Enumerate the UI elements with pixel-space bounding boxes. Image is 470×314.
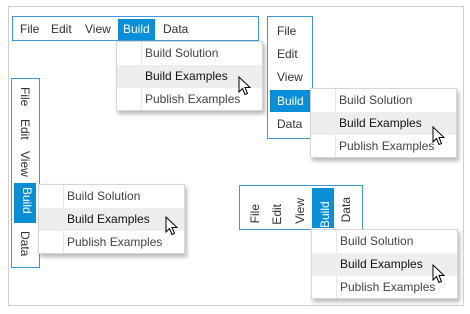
dropdown-item-label: Build Examples [340, 257, 423, 271]
menu-item-data[interactable]: Data [163, 20, 188, 38]
menu-item-data[interactable]: Data [18, 231, 32, 256]
menu-item-edit[interactable]: Edit [51, 20, 72, 38]
menubar-vertical-right: File Edit View Build Data [267, 16, 313, 139]
menubar-horizontal: File Edit View Build Data [12, 16, 259, 41]
menu-item-edit[interactable]: Edit [270, 204, 284, 225]
dropdown-item-build-solution[interactable]: Build Solution [311, 89, 456, 112]
menu-item-file[interactable]: File [20, 20, 39, 38]
menu-item-data[interactable]: Data [339, 197, 353, 222]
dropdown-vertical-left: Build Solution Build Examples Publish Ex… [38, 184, 185, 254]
dropdown-item-build-solution[interactable]: Build Solution [39, 185, 184, 208]
menu-item-data[interactable]: Data [277, 115, 302, 133]
dropdown-item-label: Publish Examples [145, 92, 241, 106]
dropdown-item-label: Build Examples [339, 116, 422, 130]
dropdown-item-build-solution[interactable]: Build Solution [312, 230, 457, 253]
dropdown-item-label: Build Solution [339, 93, 413, 107]
menu-item-file[interactable]: File [18, 87, 32, 106]
menu-item-edit[interactable]: Edit [18, 119, 32, 140]
dropdown-item-build-solution[interactable]: Build Solution [117, 42, 262, 65]
menu-item-view[interactable]: View [293, 198, 307, 224]
menu-item-file[interactable]: File [277, 22, 296, 40]
menu-item-edit[interactable]: Edit [277, 45, 298, 63]
mouse-pointer-icon [432, 126, 446, 146]
mouse-pointer-icon [238, 76, 252, 96]
menu-item-file[interactable]: File [248, 204, 262, 223]
menu-item-build[interactable]: Build [14, 183, 36, 223]
dropdown-item-label: Publish Examples [340, 280, 436, 294]
dropdown-item-label: Publish Examples [339, 139, 435, 153]
mouse-pointer-icon [432, 264, 446, 284]
menu-item-build[interactable]: Build [312, 188, 334, 228]
menu-item-view[interactable]: View [18, 151, 32, 177]
dropdown-item-label: Build Solution [340, 234, 414, 248]
menu-item-build[interactable]: Build [270, 90, 310, 112]
dropdown-item-label: Publish Examples [67, 235, 163, 249]
dropdown-item-label: Build Solution [67, 189, 141, 203]
menu-item-build[interactable]: Build [118, 19, 155, 40]
dropdown-item-publish-examples[interactable]: Publish Examples [39, 231, 184, 254]
menubar-vertical-left: File Edit View Build Data [11, 78, 40, 268]
menu-item-view[interactable]: View [85, 20, 111, 38]
menubar-vertical-text: File Edit View Build Data [239, 185, 363, 230]
dropdown-item-label: Build Solution [145, 46, 219, 60]
dropdown-item-label: Build Examples [145, 69, 228, 83]
dropdown-item-build-examples[interactable]: Build Examples [39, 208, 184, 231]
mouse-pointer-icon [165, 216, 179, 236]
dropdown-item-label: Build Examples [67, 212, 150, 226]
menu-item-view[interactable]: View [277, 68, 303, 86]
dropdown-vertical-right: Build Solution Build Examples Publish Ex… [310, 88, 457, 158]
